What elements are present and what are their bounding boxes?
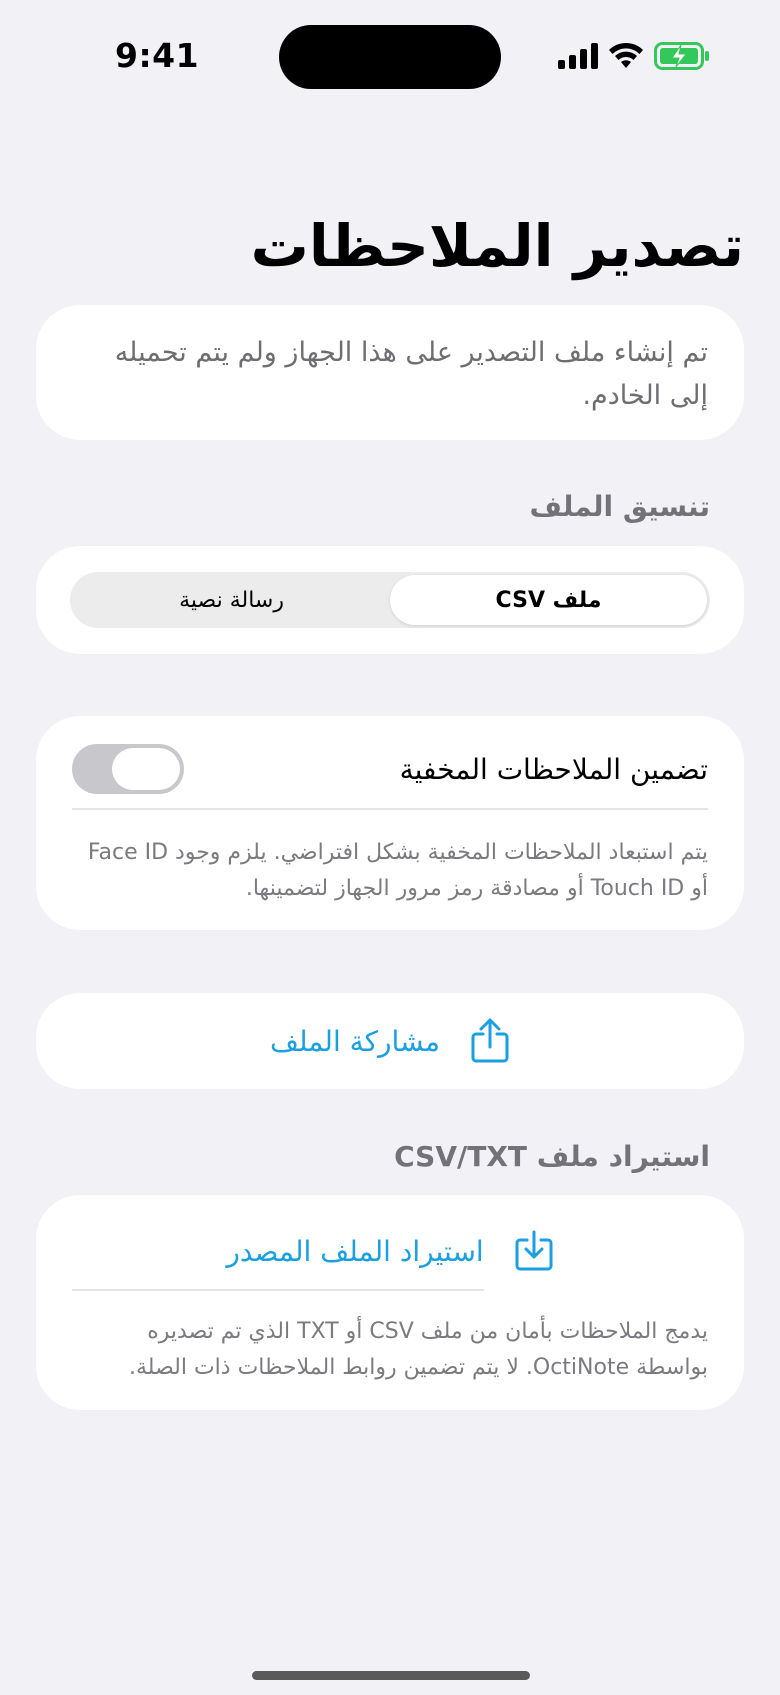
file-format-label: تنسيق الملف [529, 490, 710, 523]
import-source-file-label: استيراد الملف المصدر [226, 1234, 484, 1268]
import-source-file-button[interactable]: استيراد الملف المصدر [72, 1223, 708, 1279]
import-section-label: استيراد ملف CSV/TXT [394, 1140, 710, 1173]
segment-csv[interactable]: ملف CSV [390, 575, 707, 625]
dynamic-island [279, 25, 501, 89]
import-icon [515, 1230, 553, 1271]
import-footnote: يدمج الملاحظات بأمان من ملف CSV أو TXT ا… [129, 1319, 708, 1380]
file-format-segmented-control: ملف CSV رسالة نصية [70, 572, 710, 628]
status-icons [558, 40, 710, 72]
divider [72, 808, 708, 810]
hidden-notes-toggle[interactable] [72, 744, 184, 794]
wifi-icon [609, 42, 643, 68]
divider [72, 1289, 484, 1291]
share-file-label: مشاركة الملف [269, 1024, 441, 1058]
hidden-notes-row: تضمين الملاحظات المخفية [72, 740, 708, 798]
export-info-text: تم إنشاء ملف التصدير على هذا الجهاز ولم … [114, 337, 708, 411]
segment-text-message[interactable]: رسالة نصية [73, 575, 390, 625]
signal-icon [558, 43, 598, 69]
page-title: تصدير الملاحظات [250, 212, 744, 280]
hidden-notes-label: تضمين الملاحظات المخفية [399, 752, 708, 786]
share-file-button[interactable]: مشاركة الملف [36, 993, 744, 1089]
home-indicator [252, 1671, 530, 1680]
toggle-knob [112, 748, 180, 790]
file-format-card: ملف CSV رسالة نصية [36, 546, 744, 654]
status-bar: 9:41 [0, 0, 780, 110]
battery-charging-icon [654, 42, 709, 70]
share-icon [471, 1018, 509, 1063]
status-time: 9:41 [115, 36, 200, 75]
export-info-card: تم إنشاء ملف التصدير على هذا الجهاز ولم … [36, 305, 744, 440]
hidden-notes-footnote: يتم استبعاد الملاحظات المخفية بشكل افترا… [87, 840, 708, 901]
